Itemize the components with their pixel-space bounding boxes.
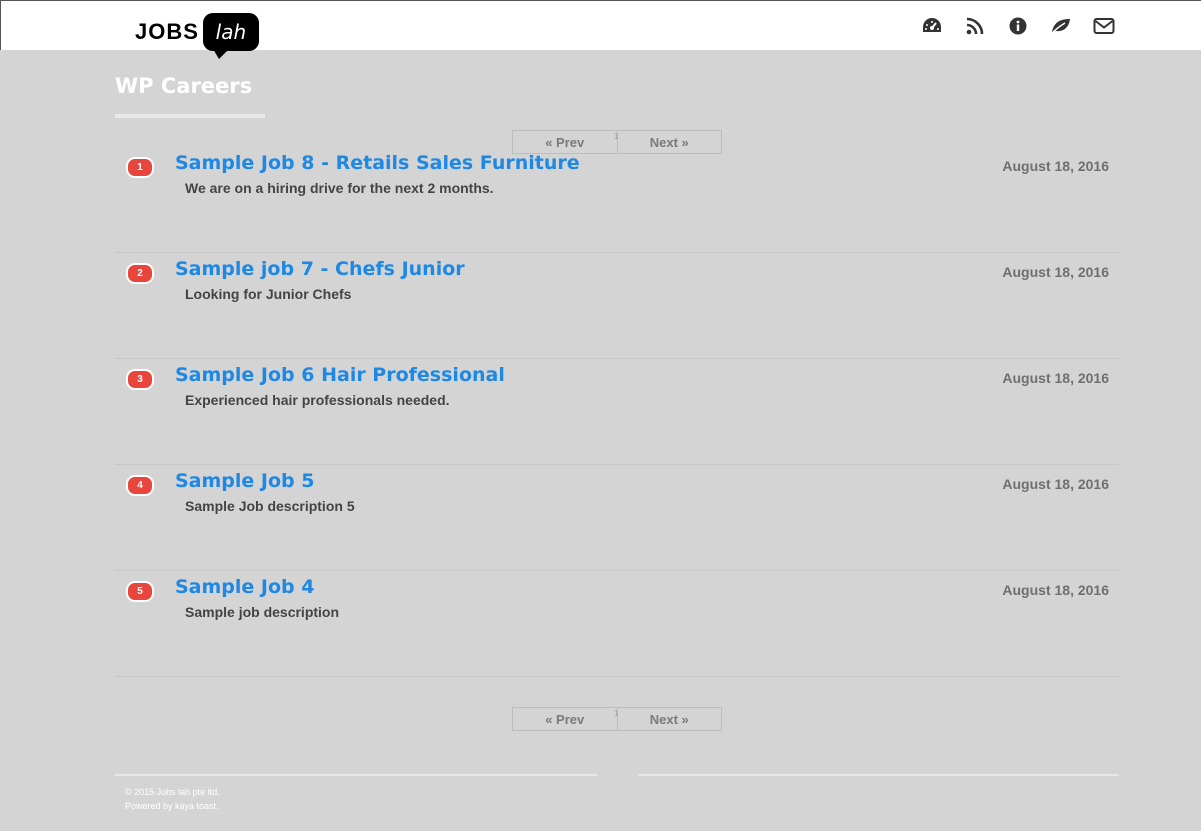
job-list-item: 4 Sample Job 5 Sample Job description 5 … [115, 465, 1119, 571]
job-number-badge: 1 [126, 157, 154, 178]
dashboard-icon[interactable] [921, 15, 943, 37]
logo-jobs-text: JOBS [135, 19, 199, 44]
envelope-icon[interactable] [1093, 15, 1115, 37]
job-date: August 18, 2016 [1002, 264, 1109, 280]
title-underline [115, 114, 265, 118]
job-title-link[interactable]: Sample Job 4 [175, 576, 314, 598]
current-page-number[interactable]: 1 [614, 132, 618, 141]
current-page-number[interactable]: 1 [614, 709, 618, 718]
job-list-item: 2 Sample job 7 - Chefs Junior Looking fo… [115, 253, 1119, 359]
job-title-link[interactable]: Sample job 7 - Chefs Junior [175, 258, 465, 280]
site-header: JOBS lah [0, 0, 1201, 59]
job-list-item: 3 Sample Job 6 Hair Professional Experie… [115, 359, 1119, 465]
job-title-link[interactable]: Sample Job 5 [175, 470, 314, 492]
prev-page-button[interactable]: « Prev [513, 708, 618, 730]
footer-divider-right [638, 774, 1119, 776]
logo-speech-bubble: lah [202, 13, 259, 59]
job-number-badge: 4 [126, 475, 154, 496]
job-date: August 18, 2016 [1002, 370, 1109, 386]
footer-copyright: © 2015 Jobs lah pte ltd. [125, 787, 220, 797]
job-number-badge: 2 [126, 263, 154, 284]
footer-divider-left [115, 774, 597, 776]
rss-icon[interactable] [964, 15, 986, 37]
page-title: WP Careers [115, 74, 253, 98]
job-title-link[interactable]: Sample Job 8 - Retails Sales Furniture [175, 152, 580, 174]
site-logo[interactable]: JOBS lah [135, 13, 259, 59]
job-date: August 18, 2016 [1002, 158, 1109, 174]
job-description: We are on a hiring drive for the next 2 … [185, 180, 494, 196]
info-icon[interactable] [1007, 15, 1029, 37]
footer-powered-by: Powered by kaya toast. [125, 801, 219, 811]
next-page-button[interactable]: Next » [618, 708, 722, 730]
job-date: August 18, 2016 [1002, 476, 1109, 492]
job-number-badge: 3 [126, 369, 154, 390]
job-description: Sample job description [185, 604, 340, 620]
job-list-item: 5 Sample Job 4 Sample job description Au… [115, 571, 1119, 677]
job-number-badge: 5 [126, 581, 154, 602]
job-list-item: 1 Sample Job 8 - Retails Sales Furniture… [115, 147, 1119, 253]
job-date: August 18, 2016 [1002, 582, 1109, 598]
job-description: Sample Job description 5 [185, 498, 355, 514]
job-title-link[interactable]: Sample Job 6 Hair Professional [175, 364, 505, 386]
job-description: Looking for Junior Chefs [185, 286, 352, 302]
job-description: Experienced hair professionals needed. [185, 392, 450, 408]
leaf-icon[interactable] [1050, 15, 1072, 37]
pagination-bottom: « Prev 1 Next » [512, 707, 722, 731]
header-nav [921, 15, 1115, 37]
